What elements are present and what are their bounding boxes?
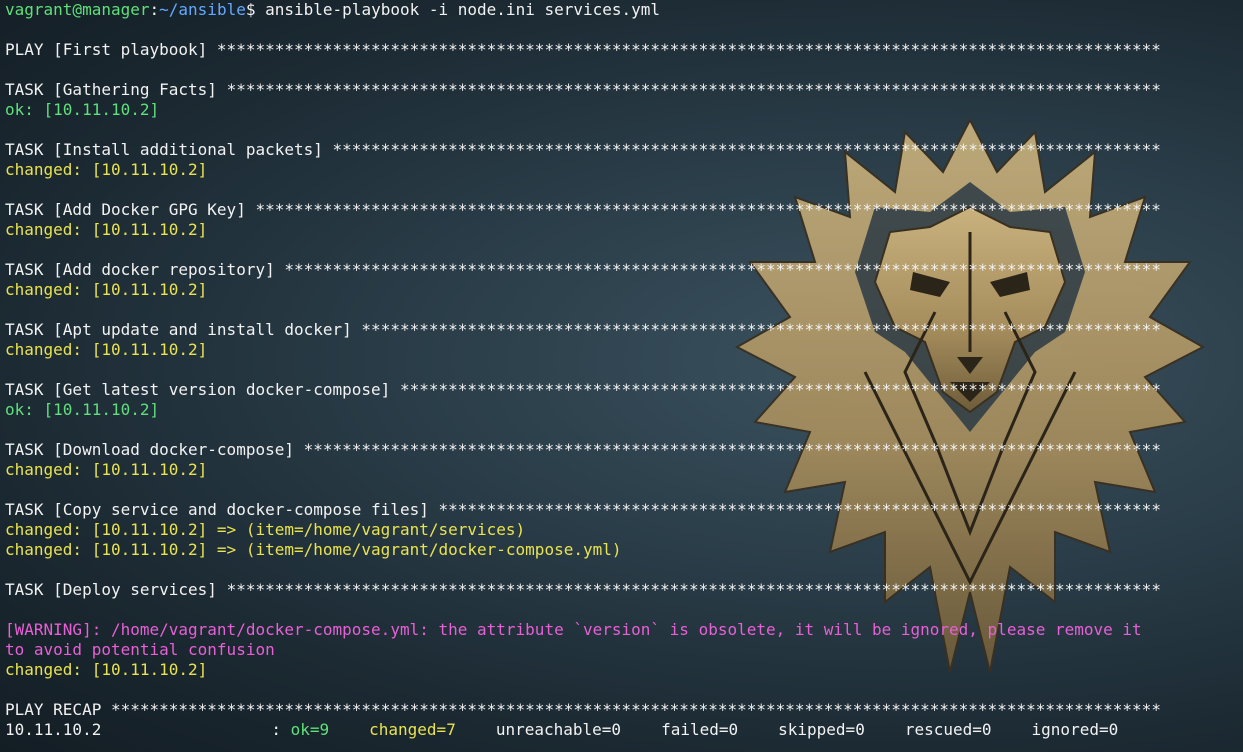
task-result: changed: [10.11.10.2] => (item=/home/vag…	[5, 540, 622, 559]
warning-line: [WARNING]: /home/vagrant/docker-compose.…	[5, 620, 1142, 639]
recap-row: 10.11.10.2: ok=9 changed=7 unreachable=0 fa…	[5, 720, 1241, 740]
recap-separator: :	[271, 720, 291, 739]
task-header: TASK [Download docker-compose] *********…	[5, 440, 1241, 460]
header-stars: ****************************************…	[399, 380, 1161, 399]
prompt-dollar: $	[245, 0, 266, 19]
header-stars: ****************************************…	[332, 140, 1161, 159]
task-title: TASK [Apt update and install docker]	[5, 320, 362, 339]
header-stars: ****************************************…	[216, 40, 1161, 59]
header-stars: ****************************************…	[226, 580, 1161, 599]
task-header: TASK [Get latest version docker-compose]…	[5, 380, 1241, 400]
task-header: TASK [Apt update and install docker] ***…	[5, 320, 1241, 340]
header-stars: ****************************************…	[303, 440, 1161, 459]
task-title: TASK [Add Docker GPG Key]	[5, 200, 256, 219]
task-result: ok: [10.11.10.2]	[5, 400, 160, 419]
terminal-output: vagrant@manager:~/ansible$ ansible-playb…	[5, 0, 1241, 740]
task-header: TASK [Install additional packets] ******…	[5, 140, 1241, 160]
task-header: TASK [Add docker repository] ***********…	[5, 260, 1241, 280]
prompt-path: ~/ansible	[159, 0, 246, 19]
task-result: ok: [10.11.10.2]	[5, 100, 160, 119]
header-stars: ****************************************…	[361, 320, 1161, 339]
recap-unreachable: unreachable=0	[495, 720, 622, 739]
play-header: PLAY [First playbook] ******************…	[5, 40, 1241, 60]
header-stars: ****************************************…	[226, 80, 1161, 99]
task-title: TASK [Get latest version docker-compose]	[5, 380, 400, 399]
header-stars: ****************************************…	[255, 200, 1161, 219]
task-title: TASK [Add docker repository]	[5, 260, 285, 279]
recap-ok: ok=9	[290, 720, 330, 739]
task-result: changed: [10.11.10.2]	[5, 280, 208, 299]
task-header: TASK [Gathering Facts] *****************…	[5, 80, 1241, 100]
recap-title: PLAY RECAP	[5, 700, 111, 719]
recap-changed: changed=7	[369, 720, 456, 739]
deploy-result: changed: [10.11.10.2]	[5, 660, 208, 679]
task-list: TASK [Gathering Facts] *****************…	[5, 80, 1241, 600]
recap-skipped: skipped=0	[778, 720, 865, 739]
play-title: PLAY [First playbook]	[5, 40, 217, 59]
header-stars: ****************************************…	[110, 700, 1161, 719]
task-title: TASK [Install additional packets]	[5, 140, 333, 159]
header-stars: ****************************************…	[284, 260, 1161, 279]
task-title: TASK [Deploy services]	[5, 580, 227, 599]
task-result: changed: [10.11.10.2] => (item=/home/vag…	[5, 520, 526, 539]
task-result: changed: [10.11.10.2]	[5, 160, 208, 179]
task-title: TASK [Download docker-compose]	[5, 440, 304, 459]
task-header: TASK [Add Docker GPG Key] **************…	[5, 200, 1241, 220]
prompt-command: ansible-playbook -i node.ini services.ym…	[265, 0, 661, 19]
task-header: TASK [Deploy services] *****************…	[5, 580, 1241, 600]
task-result: changed: [10.11.10.2]	[5, 460, 208, 479]
task-result: changed: [10.11.10.2]	[5, 340, 208, 359]
task-title: TASK [Gathering Facts]	[5, 80, 227, 99]
prompt-user-host: vagrant@manager	[5, 0, 150, 19]
task-header: TASK [Copy service and docker-compose fi…	[5, 500, 1241, 520]
prompt-line: vagrant@manager:~/ansible$ ansible-playb…	[5, 0, 1241, 20]
recap-rescued: rescued=0	[904, 720, 992, 739]
header-stars: ****************************************…	[438, 500, 1161, 519]
recap-header: PLAY RECAP *****************************…	[5, 700, 1241, 720]
recap-failed: failed=0	[661, 720, 739, 739]
prompt-colon: :	[149, 0, 160, 19]
recap-ignored: ignored=0	[1031, 720, 1119, 739]
warning-line: to avoid potential confusion	[5, 640, 275, 659]
task-result: changed: [10.11.10.2]	[5, 220, 208, 239]
task-title: TASK [Copy service and docker-compose fi…	[5, 500, 439, 519]
recap-host: 10.11.10.2	[5, 720, 102, 739]
